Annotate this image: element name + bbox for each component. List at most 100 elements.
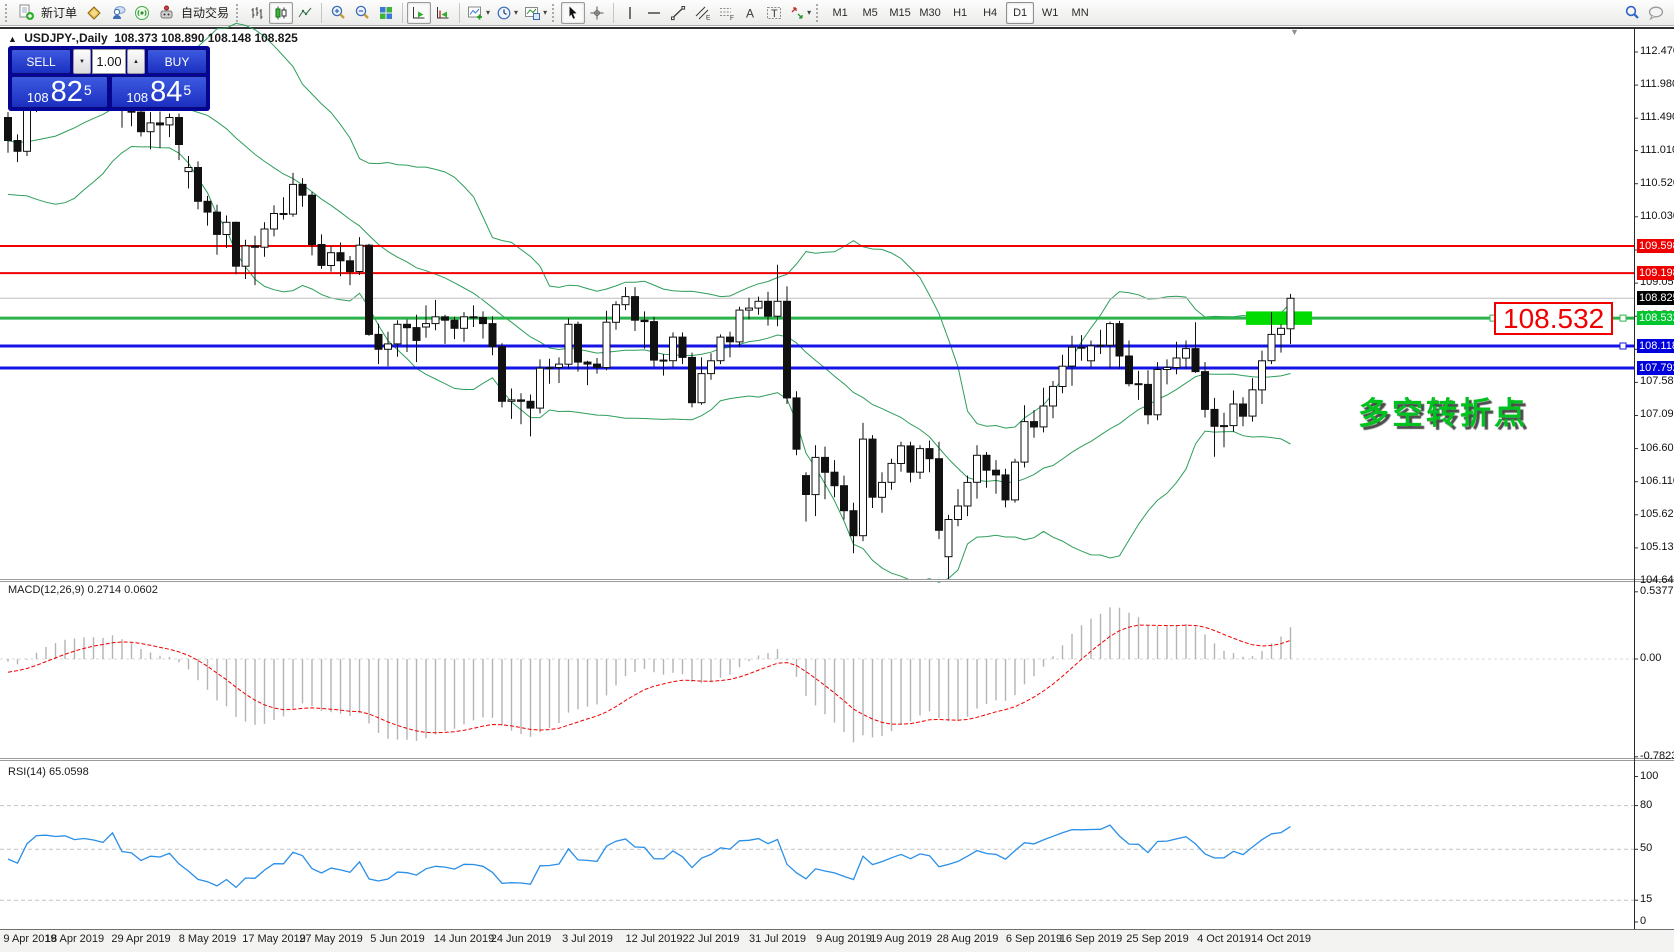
candle-body <box>366 245 373 334</box>
candle-body <box>879 482 886 497</box>
candle-body <box>841 486 848 511</box>
candle-body <box>1078 347 1085 348</box>
candle-body <box>774 301 781 316</box>
candle-body <box>1221 426 1228 427</box>
candle-body <box>1040 406 1047 427</box>
candle-body <box>480 318 487 324</box>
candle-body <box>1192 349 1199 372</box>
candle-body <box>5 118 12 141</box>
candle-body <box>793 398 800 449</box>
candle-body <box>252 246 259 247</box>
price-axis-badge: 107.792 <box>1637 361 1674 375</box>
price-axis-label: 111.010 <box>1640 144 1674 157</box>
candle-body <box>1211 409 1218 426</box>
rsi-line <box>8 825 1291 887</box>
candle-body <box>328 253 335 266</box>
candle-body <box>613 305 620 323</box>
price-axis-badge: 108.825 <box>1637 291 1674 305</box>
candle-body <box>537 368 544 408</box>
candle-body <box>394 324 401 344</box>
candle-body <box>242 246 249 266</box>
candle-body <box>423 324 430 327</box>
candle-body <box>1059 366 1066 386</box>
date-axis-label: 6 Sep 2019 <box>1006 933 1062 945</box>
candle-body <box>1107 324 1114 346</box>
candle-body <box>993 470 1000 475</box>
date-axis-label: 29 Apr 2019 <box>111 933 170 945</box>
ask-price-button[interactable]: 108 84 5 <box>111 76 208 108</box>
candle-body <box>1259 361 1266 390</box>
candle-body <box>603 322 610 367</box>
candle-body <box>1145 384 1152 414</box>
chart-canvas[interactable] <box>0 0 1674 952</box>
candle-body <box>1173 358 1180 368</box>
candle-body <box>1230 404 1237 426</box>
candle-body <box>679 337 686 357</box>
price-axis-label: 105.130 <box>1640 541 1674 554</box>
candle-body <box>736 310 743 342</box>
candle-body <box>461 317 468 329</box>
candle-body <box>898 446 905 464</box>
candle-body <box>356 245 363 271</box>
price-axis-label: 106.600 <box>1640 442 1674 455</box>
candle-body <box>1240 404 1247 416</box>
date-axis-label: 17 May 2019 <box>242 933 306 945</box>
candle-body <box>204 201 211 212</box>
candle-body <box>765 301 772 316</box>
candle-body <box>727 337 734 342</box>
candle-body <box>1002 475 1009 500</box>
highlight-rectangle <box>1246 311 1312 325</box>
price-axis-badge: 109.598 <box>1637 239 1674 253</box>
price-axis-label: 111.980 <box>1640 78 1674 91</box>
rsi-axis-label: 80 <box>1640 799 1652 812</box>
macd-label: MACD(12,26,9) 0.2714 0.0602 <box>8 584 158 596</box>
bid-price-button[interactable]: 108 82 5 <box>11 76 108 108</box>
candle-body <box>280 214 287 215</box>
candle-body <box>24 107 31 151</box>
candle-body <box>138 112 145 132</box>
volume-decrease-button[interactable]: ▼ <box>73 49 91 74</box>
macd-axis-label: -0.7823 <box>1640 750 1674 763</box>
sell-button[interactable]: SELL <box>11 49 71 74</box>
candle-body <box>527 401 534 408</box>
price-axis-border <box>1634 29 1635 929</box>
date-axis-label: 22 Jul 2019 <box>683 933 740 945</box>
candle-body <box>1202 372 1209 410</box>
candle-body <box>347 261 354 272</box>
price-axis-label: 112.470 <box>1640 45 1674 58</box>
date-axis-label: 3 Jul 2019 <box>562 933 613 945</box>
candle-body <box>955 506 962 520</box>
rsi-axis-label: 15 <box>1640 893 1652 906</box>
candle-body <box>1278 328 1285 334</box>
candle-body <box>1012 462 1019 500</box>
volume-increase-button[interactable]: ▲ <box>127 49 145 74</box>
date-axis-label: 18 Apr 2019 <box>45 933 104 945</box>
pane-separator-macd[interactable] <box>0 579 1674 582</box>
date-axis-label: 16 Sep 2019 <box>1060 933 1122 945</box>
date-axis-label: 19 Aug 2019 <box>870 933 932 945</box>
buy-button[interactable]: BUY <box>147 49 207 74</box>
candle-body <box>974 455 981 482</box>
candle-body <box>594 364 601 367</box>
date-axis-label: 5 Jun 2019 <box>370 933 424 945</box>
volume-input[interactable]: 1.00 <box>92 49 126 74</box>
candle-body <box>660 360 667 361</box>
macd-axis-label: 0.5377 <box>1640 585 1674 598</box>
candle-body <box>14 141 21 152</box>
candle-body <box>670 337 677 361</box>
price-callout-label[interactable]: 108.532 <box>1494 302 1613 335</box>
ask-price-prefix: 108 <box>126 90 148 106</box>
pane-separator-rsi[interactable] <box>0 758 1674 761</box>
candle-body <box>1249 390 1256 416</box>
rsi-axis-label: 100 <box>1640 770 1658 783</box>
candle-body <box>822 457 829 472</box>
price-axis-label: 106.110 <box>1640 475 1674 488</box>
date-axis-label: 14 Jun 2019 <box>434 933 495 945</box>
candle-body <box>261 229 268 247</box>
price-axis-label: 105.620 <box>1640 508 1674 521</box>
price-axis-label: 110.030 <box>1640 210 1674 223</box>
ask-price-big: 84 <box>150 79 182 106</box>
collapse-triangle-icon[interactable]: ▲ <box>8 34 17 44</box>
chart-shift-marker[interactable]: ▼ <box>1290 27 1299 37</box>
turning-point-note[interactable]: 多空转折点 <box>1358 388 1528 433</box>
